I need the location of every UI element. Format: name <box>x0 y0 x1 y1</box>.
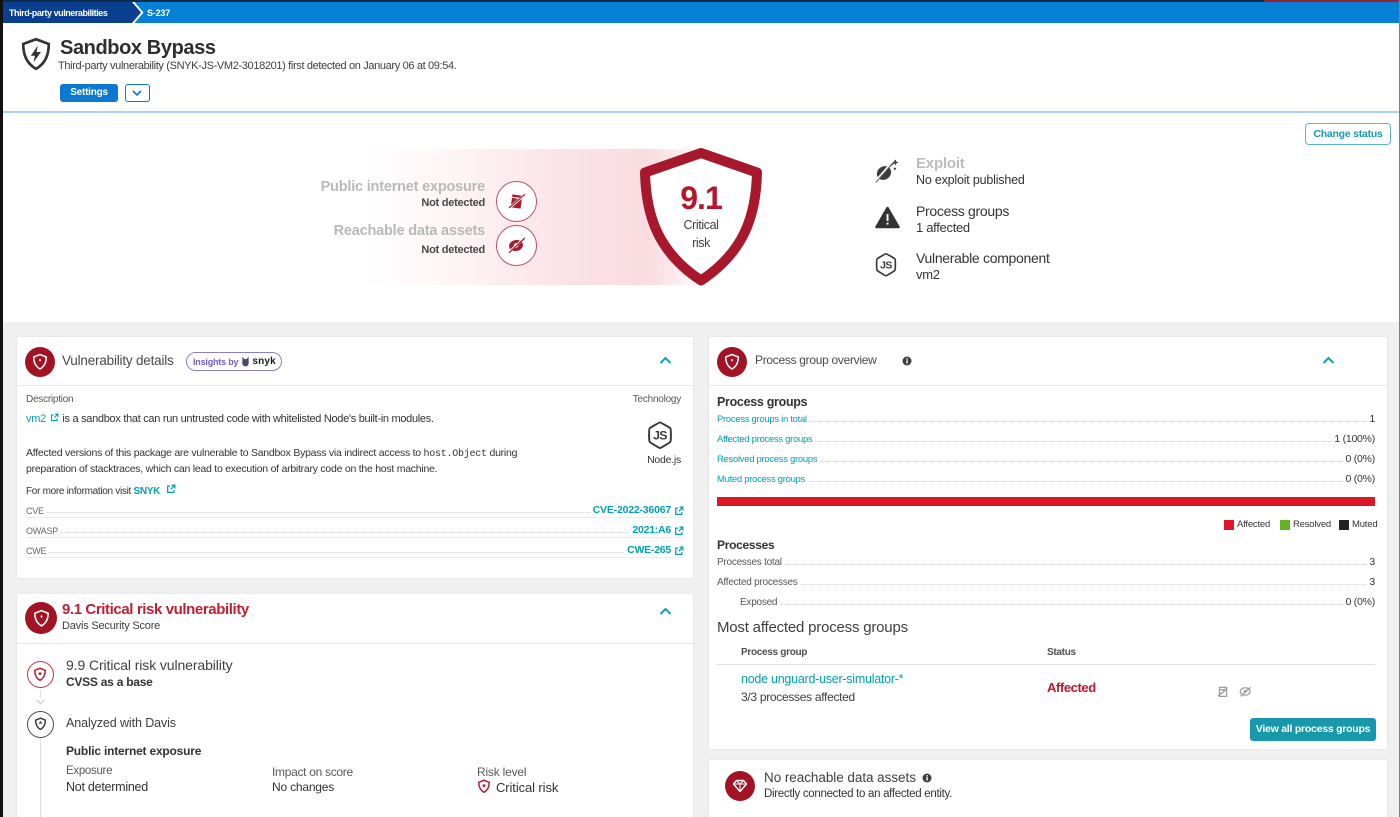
svg-text:JS: JS <box>653 429 667 443</box>
svg-text:JS: JS <box>880 260 892 272</box>
